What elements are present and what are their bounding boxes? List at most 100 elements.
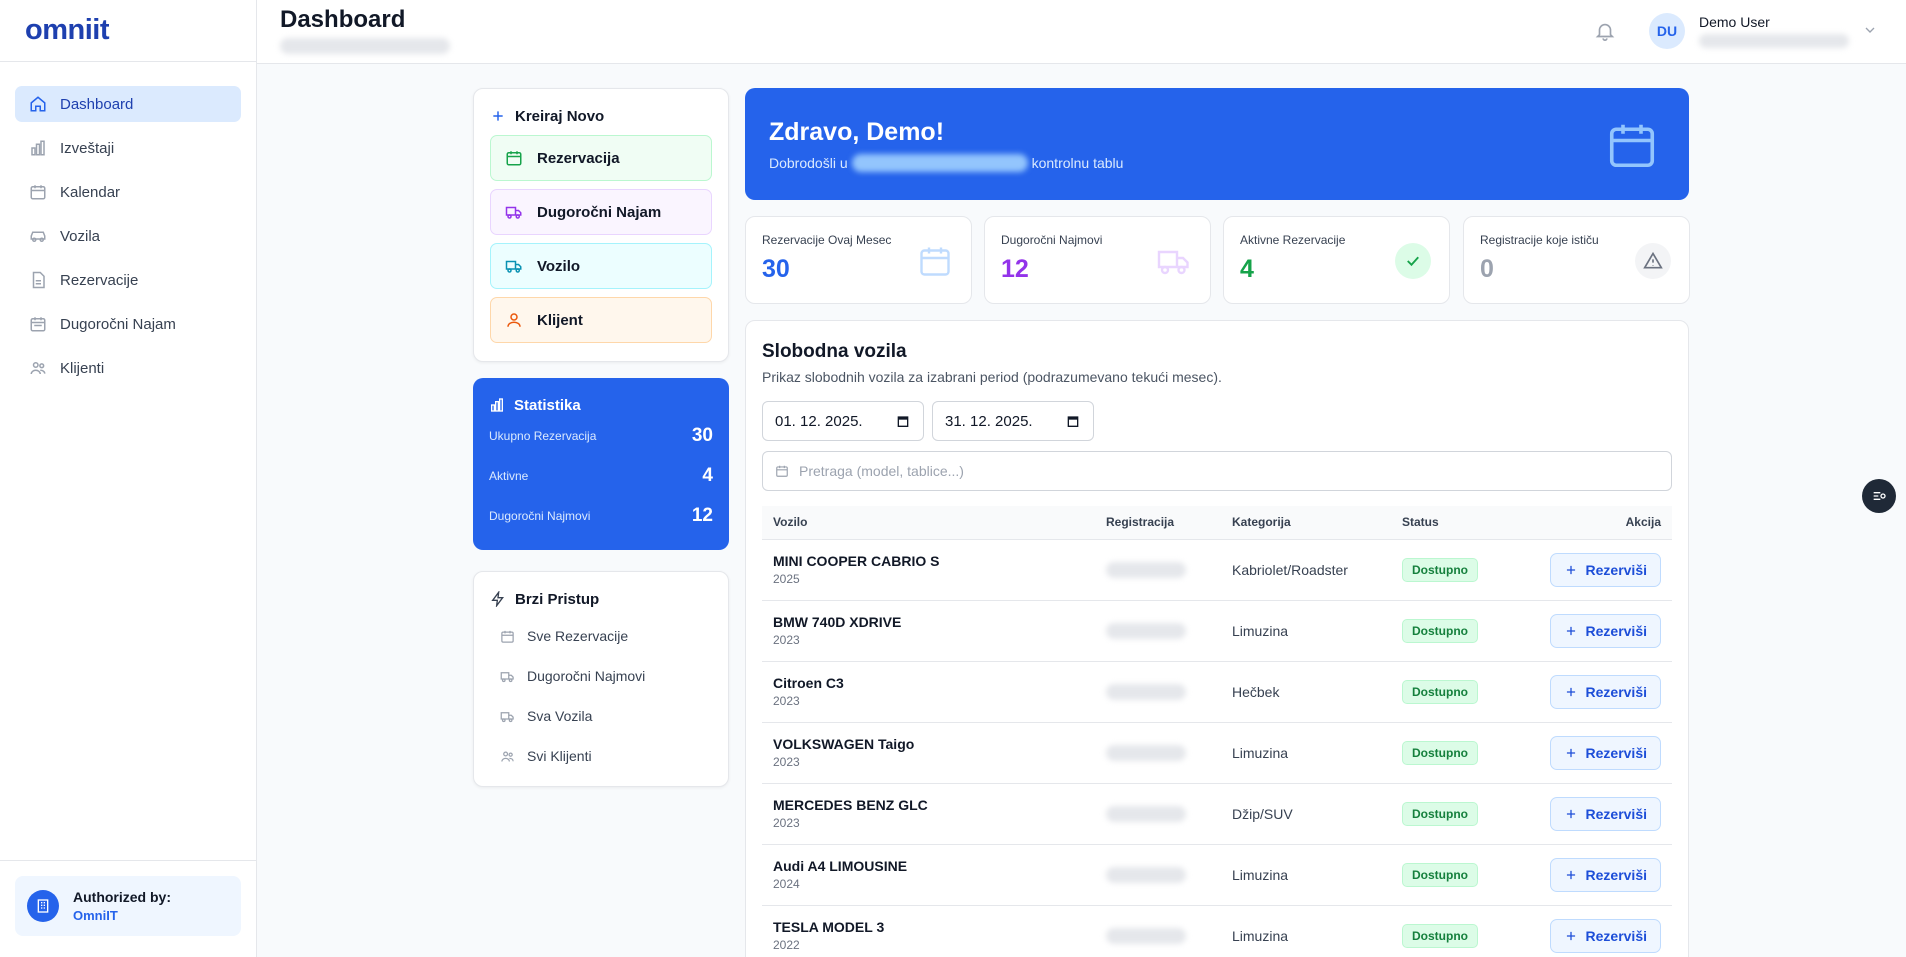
create-new-header: Kreiraj Novo xyxy=(490,105,712,127)
bell-icon[interactable] xyxy=(1594,20,1616,42)
sidebar-item-label: Dashboard xyxy=(60,95,134,113)
calendar-icon xyxy=(30,185,46,200)
registration-redacted xyxy=(1106,561,1186,578)
registration-redacted xyxy=(1106,805,1186,822)
vehicle-year: 2023 xyxy=(773,633,800,647)
reserve-label: Rezerviši xyxy=(1585,561,1647,578)
avatar[interactable]: DU xyxy=(1649,13,1685,49)
building-icon xyxy=(27,890,59,922)
create-new-card: Kreiraj Novo Rezervacija Dugoročni Najam… xyxy=(473,88,729,362)
quick-access-card: Brzi Pristup Sve Rezervacije Dugoročni N… xyxy=(473,571,729,787)
filter-list-icon xyxy=(1873,492,1886,500)
bar-chart-icon xyxy=(491,398,503,412)
create-reservation-button[interactable]: Rezervacija xyxy=(490,135,712,181)
vehicle-name: Audi A4 LIMOUSINE xyxy=(773,858,908,874)
stat-card-expiring-registrations: Registracije koje ističu 0 xyxy=(1463,216,1690,304)
status-badge: Dostupno xyxy=(1402,923,1478,948)
calendar-icon xyxy=(776,465,788,477)
quick-link-label: Sve Rezervacije xyxy=(527,628,629,644)
reserve-button[interactable]: Rezerviši xyxy=(1549,552,1661,587)
table-row: TESLA MODEL 3 2022 Limuzina Dostupno Reze… xyxy=(762,905,1672,957)
table-row: Audi A4 LIMOUSINE 2024 Limuzina Dostupno … xyxy=(762,844,1672,905)
sidebar: omniit Dashboard Izveštaji Kalendar Vozi… xyxy=(0,0,257,957)
button-label: Rezervacija xyxy=(537,149,620,167)
reserve-label: Rezerviši xyxy=(1585,927,1647,944)
sidebar-item-label: Kalendar xyxy=(60,183,121,201)
table-header-row: Vozilo Registracija Kategorija Status Ak… xyxy=(762,506,1672,539)
status-badge: Dostupno xyxy=(1402,679,1478,704)
col-status: Status xyxy=(1402,515,1439,530)
reserve-button[interactable]: Rezerviši xyxy=(1549,857,1661,892)
statistics-header: Statistika xyxy=(489,394,713,416)
calendar-icon xyxy=(1609,124,1655,168)
status-badge: Dostupno xyxy=(1402,557,1478,582)
sidebar-item-dashboard[interactable]: Dashboard xyxy=(15,86,241,122)
sidebar-item-label: Rezervacije xyxy=(60,271,139,289)
welcome-banner: Zdravo, Demo! Dobrodošli u kontrolnu tab… xyxy=(745,88,1689,200)
home-icon xyxy=(30,96,46,112)
statistics-card: Statistika Ukupno Rezervacija 30 Aktivne… xyxy=(473,378,729,550)
sidebar-item-dugorocni-najam[interactable]: Dugoročni Najam xyxy=(15,306,241,342)
user-name[interactable]: Demo User xyxy=(1699,14,1770,30)
stat-label: Dugoročni Najmovi xyxy=(489,509,591,523)
users-icon xyxy=(501,751,514,762)
stat-row: Aktivne 4 xyxy=(489,456,713,496)
button-label: Vozilo xyxy=(537,257,581,275)
sidebar-nav: Dashboard Izveštaji Kalendar Vozila Reze… xyxy=(0,62,256,418)
table-row: MERCEDES BENZ GLC 2023 Džip/SUV Dostupno … xyxy=(762,783,1672,844)
col-category: Kategorija xyxy=(1232,515,1291,530)
calendar-icon xyxy=(920,247,950,276)
reserve-button[interactable]: Rezerviši xyxy=(1549,918,1661,953)
create-client-button[interactable]: Klijent xyxy=(490,297,712,343)
vehicle-name: Citroen C3 xyxy=(773,675,844,691)
calendar-icon[interactable] xyxy=(1065,413,1081,429)
quick-link-all-reservations[interactable]: Sve Rezervacije xyxy=(490,616,712,656)
quick-link-long-term-rentals[interactable]: Dugoročni Najmovi xyxy=(490,656,712,696)
logo[interactable]: omniit xyxy=(0,0,256,62)
col-vehicle: Vozilo xyxy=(773,515,808,530)
vehicle-year: 2022 xyxy=(773,938,800,953)
sidebar-item-klijenti[interactable]: Klijenti xyxy=(15,350,241,386)
stat-label: Aktivne xyxy=(489,469,529,483)
quick-link-all-clients[interactable]: Svi Klijenti xyxy=(490,736,712,776)
calendar-icon[interactable] xyxy=(895,413,911,429)
reserve-button[interactable]: Rezerviši xyxy=(1549,674,1661,709)
date-range: 01. 12. 2025. 31. 12. 2025. xyxy=(762,401,1672,441)
date-from-input[interactable]: 01. 12. 2025. xyxy=(762,401,924,441)
date-from-value: 01. 12. 2025. xyxy=(775,412,863,430)
floating-tools-button[interactable] xyxy=(1862,479,1896,513)
sidebar-item-vozila[interactable]: Vozila xyxy=(15,218,241,254)
create-vehicle-button[interactable]: Vozilo xyxy=(490,243,712,289)
vehicle-category: Hečbek xyxy=(1232,683,1280,700)
reserve-label: Rezerviši xyxy=(1585,805,1647,822)
sidebar-item-izvestaji[interactable]: Izveštaji xyxy=(15,130,241,166)
registration-redacted xyxy=(1106,622,1186,639)
truck-icon xyxy=(500,671,514,682)
page-title: Dashboard xyxy=(280,6,406,33)
sidebar-item-kalendar[interactable]: Kalendar xyxy=(15,174,241,210)
authorized-by-box: Authorized by: OmniIT xyxy=(15,876,241,936)
reserve-button[interactable]: Rezerviši xyxy=(1549,796,1661,831)
create-long-term-rental-button[interactable]: Dugoročni Najam xyxy=(490,189,712,235)
user-icon xyxy=(507,313,521,327)
authorized-label: Authorized by: xyxy=(73,889,171,905)
search-input[interactable]: Pretraga (model, tablice...) xyxy=(762,451,1672,491)
chevron-down-icon[interactable] xyxy=(1862,22,1878,38)
registration-redacted xyxy=(1106,927,1186,944)
authorized-company[interactable]: OmniIT xyxy=(73,908,171,923)
reserve-button[interactable]: Rezerviši xyxy=(1549,613,1661,648)
quick-link-label: Svi Klijenti xyxy=(527,748,592,764)
quick-link-all-vehicles[interactable]: Sva Vozila xyxy=(490,696,712,736)
welcome-title: Zdravo, Demo! xyxy=(769,118,945,146)
check-icon xyxy=(1395,243,1431,279)
status-badge: Dostupno xyxy=(1402,618,1478,643)
reserve-button[interactable]: Rezerviši xyxy=(1549,735,1661,770)
status-badge: Dostupno xyxy=(1402,801,1478,826)
col-action: Akcija xyxy=(1625,515,1661,530)
warning-icon xyxy=(1635,243,1671,279)
button-label: Klijent xyxy=(537,311,583,329)
welcome-sub-after: kontrolnu tablu xyxy=(1031,155,1124,171)
table-row: BMW 740D XDRIVE 2023 Limuzina Dostupno Re… xyxy=(762,600,1672,661)
date-to-input[interactable]: 31. 12. 2025. xyxy=(932,401,1094,441)
sidebar-item-rezervacije[interactable]: Rezervacije xyxy=(15,262,241,298)
